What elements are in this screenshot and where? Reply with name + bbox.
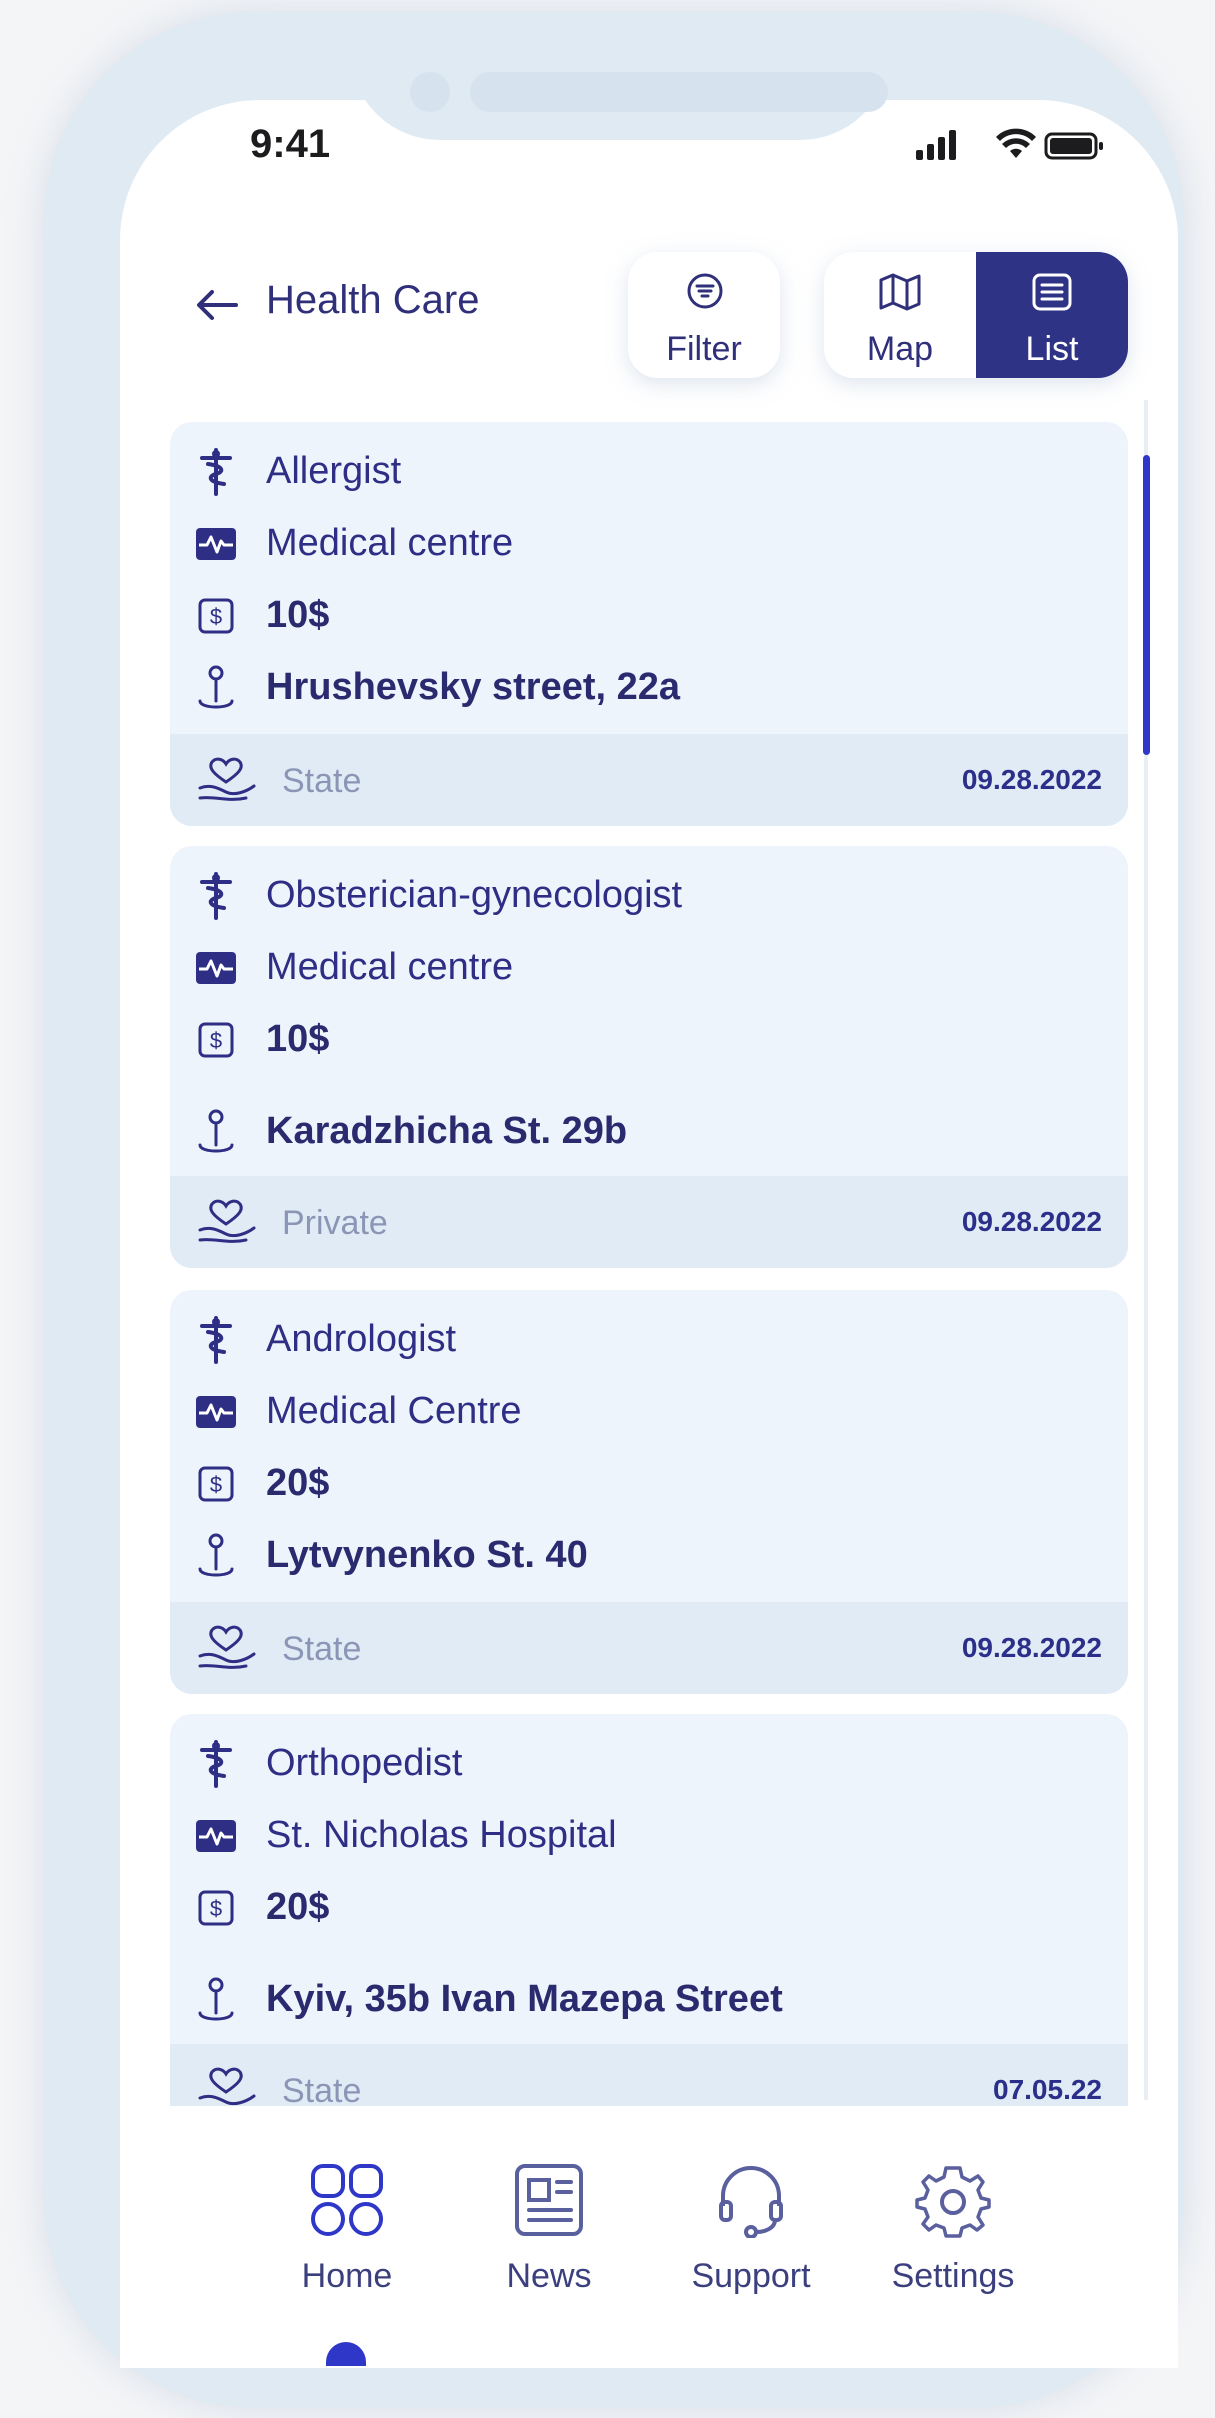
location-pin-icon (196, 1109, 236, 1152)
list-view-button[interactable]: List (976, 252, 1128, 378)
price: 10$ (266, 1018, 330, 1060)
card-footer: State 07.05.22 (170, 2044, 1128, 2106)
filter-label: Filter (666, 330, 742, 368)
date: 09.28.2022 (961, 764, 1102, 795)
dollar-icon: $ (196, 1020, 236, 1060)
clinic-list: Allergist Medical centre $ 10$ Hrushevsk… (170, 420, 1128, 2106)
svg-text:$: $ (210, 1896, 222, 1921)
page-title: Health Care (266, 278, 480, 322)
care-hand-icon (196, 1622, 258, 1677)
tab-home-label: Home (301, 2257, 393, 2295)
view-toggle: Map List (824, 252, 1128, 378)
filter-icon (687, 273, 723, 309)
camera (410, 72, 450, 112)
caduceus-icon (196, 1739, 236, 1788)
gear-icon (915, 2166, 991, 2238)
svg-text:$: $ (210, 1028, 222, 1053)
tab-support-label: Support (691, 2257, 811, 2295)
map-icon (879, 273, 921, 311)
map-label: Map (866, 330, 934, 368)
svg-text:$: $ (210, 1472, 222, 1497)
scroll-thumb[interactable] (1143, 455, 1150, 755)
price: 20$ (266, 1462, 330, 1504)
address: Hrushevsky street, 22a (266, 666, 681, 708)
list-icon (1032, 273, 1072, 311)
pulse-icon (196, 1816, 236, 1856)
status-time: 9:41 (250, 122, 331, 166)
list-label: List (1025, 330, 1079, 368)
grid-icon (311, 2164, 383, 2236)
pulse-icon (196, 1392, 236, 1432)
specialty: Andrologist (266, 1318, 457, 1360)
dollar-icon: $ (196, 596, 236, 636)
signal-icon (916, 130, 956, 160)
date: 09.28.2022 (961, 1632, 1102, 1663)
clinic-card[interactable]: Andrologist Medical Centre $ 20$ Lytvyne… (170, 1290, 1128, 1694)
tab-news[interactable]: News (464, 2162, 634, 2296)
date: 07.05.22 (993, 2074, 1102, 2105)
clinic-card[interactable]: Allergist Medical centre $ 10$ Hrushevsk… (170, 422, 1128, 826)
caduceus-icon (196, 447, 236, 496)
price: 20$ (266, 1886, 330, 1928)
ownership-type: State (282, 762, 362, 800)
address: Kyiv, 35b Ivan Mazepa Street (266, 1978, 783, 2020)
location-pin-icon (196, 1533, 236, 1576)
tab-settings[interactable]: Settings (868, 2162, 1038, 2296)
card-footer: Private 09.28.2022 (170, 1176, 1128, 1268)
filter-button[interactable]: Filter (628, 252, 780, 378)
address: Karadzhicha St. 29b (266, 1110, 628, 1152)
clinic-card[interactable]: Orthopedist St. Nicholas Hospital $ 20$ … (170, 1714, 1128, 2106)
speaker (470, 72, 888, 112)
dollar-icon: $ (196, 1464, 236, 1504)
map-view-button[interactable]: Map (824, 252, 976, 378)
price: 10$ (266, 594, 330, 636)
tab-home[interactable]: Home (262, 2162, 432, 2296)
care-hand-icon (196, 754, 258, 809)
specialty: Orthopedist (266, 1742, 463, 1784)
facility: Medical Centre (266, 1390, 522, 1432)
location-pin-icon (196, 665, 236, 708)
specialty: Allergist (266, 450, 402, 492)
dollar-icon: $ (196, 1888, 236, 1928)
caduceus-icon (196, 1315, 236, 1364)
news-icon (515, 2164, 583, 2236)
facility: Medical centre (266, 946, 514, 988)
battery-icon (1044, 132, 1103, 160)
address: Lytvynenko St. 40 (266, 1534, 588, 1576)
date: 09.28.2022 (961, 1206, 1102, 1237)
ownership-type: State (282, 1630, 362, 1668)
back-arrow-icon[interactable] (192, 280, 242, 335)
pulse-icon (196, 948, 236, 988)
tab-news-label: News (506, 2257, 592, 2295)
ownership-type: Private (282, 1204, 388, 1242)
caduceus-icon (196, 871, 236, 920)
care-hand-icon (196, 1196, 258, 1251)
status-icons (916, 126, 1106, 167)
pulse-icon (196, 524, 236, 564)
facility: Medical centre (266, 522, 514, 564)
tab-settings-label: Settings (891, 2257, 1015, 2295)
card-footer: State 09.28.2022 (170, 1602, 1128, 1694)
specialty: Obsterician-gynecologist (266, 874, 683, 916)
ownership-type: State (282, 2072, 362, 2106)
care-hand-icon (196, 2064, 258, 2106)
svg-text:$: $ (210, 604, 222, 629)
location-pin-icon (196, 1977, 236, 2020)
card-footer: State 09.28.2022 (170, 734, 1128, 826)
tab-support[interactable]: Support (666, 2162, 836, 2296)
facility: St. Nicholas Hospital (266, 1814, 617, 1856)
headset-icon (719, 2166, 783, 2239)
wifi-icon (996, 128, 1036, 158)
clinic-card[interactable]: Obsterician-gynecologist Medical centre … (170, 846, 1128, 1268)
